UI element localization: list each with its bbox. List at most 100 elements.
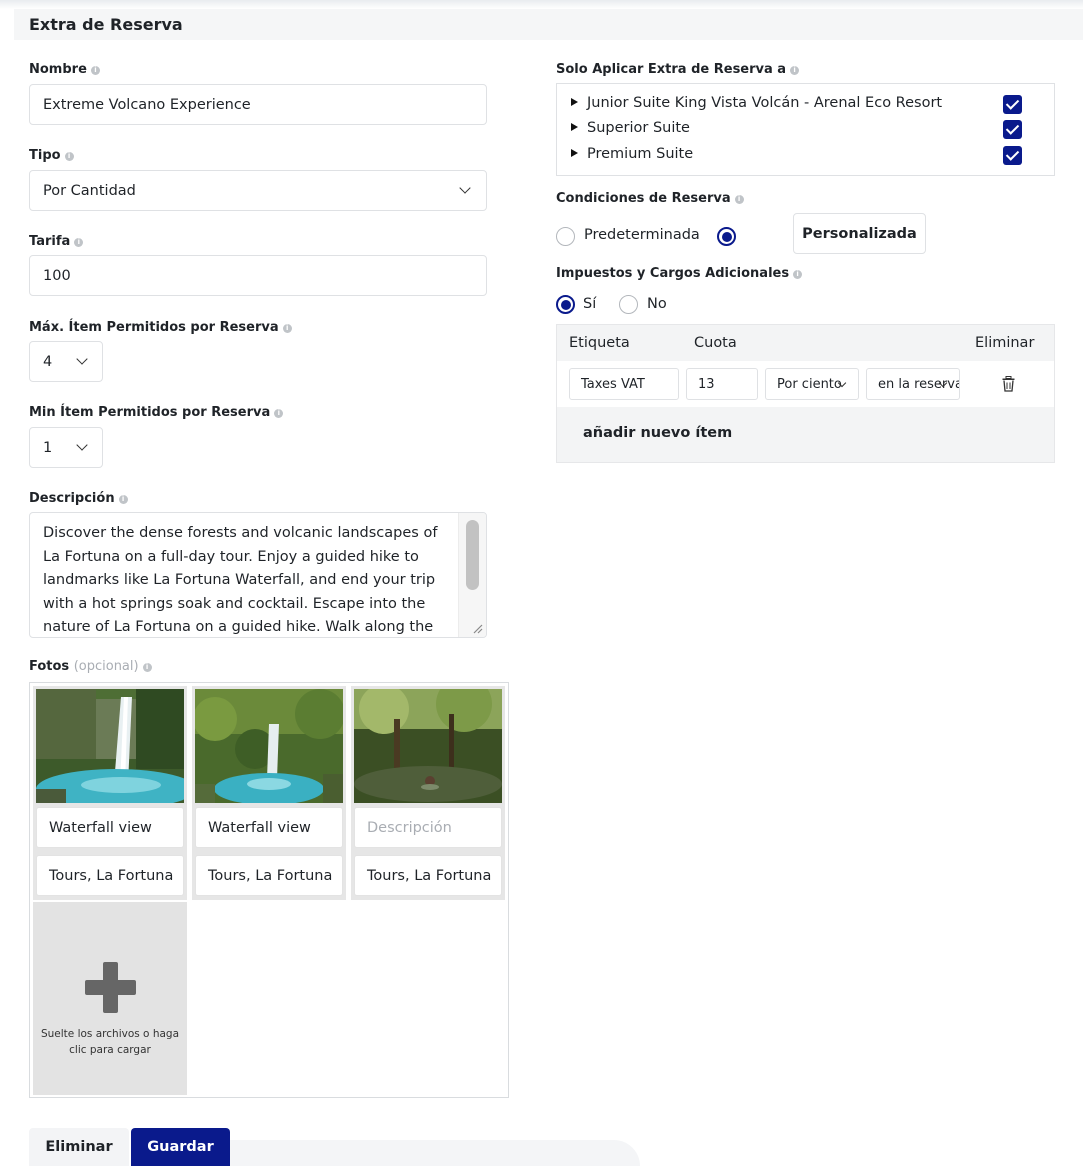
info-icon[interactable]: i: [790, 66, 800, 75]
info-icon[interactable]: i: [793, 270, 803, 279]
tax-applies-to-select[interactable]: en la reserva: [866, 368, 960, 400]
conditions-default-radio[interactable]: [556, 227, 575, 246]
resize-grip-icon[interactable]: [471, 622, 483, 634]
name-input[interactable]: Extreme Volcano Experience: [29, 84, 487, 125]
apply-to-item-label: Junior Suite King Vista Volcán - Arenal …: [587, 95, 943, 111]
name-input-value: Extreme Volcano Experience: [43, 96, 251, 113]
min-items-select[interactable]: 1: [29, 427, 103, 468]
photo-thumbnail[interactable]: [195, 689, 343, 803]
conditions-default-label[interactable]: Predeterminada: [584, 227, 700, 243]
taxes-label: Impuestos y Cargos Adicionales i: [556, 266, 803, 281]
photo-location-input[interactable]: Tours, La Fortuna: [354, 855, 502, 896]
info-icon[interactable]: i: [142, 663, 152, 672]
tax-fee-input[interactable]: 13: [686, 368, 758, 400]
column-header-delete: Eliminar: [975, 335, 1035, 351]
photo-thumbnail[interactable]: [36, 689, 184, 803]
photo-description-input[interactable]: Descripción: [354, 807, 502, 848]
photo-description-placeholder: Descripción: [367, 819, 452, 836]
taxes-no-label[interactable]: No: [647, 296, 667, 312]
photo-location-input[interactable]: Tours, La Fortuna: [195, 855, 343, 896]
footer-background: [230, 1140, 640, 1166]
apply-to-item[interactable]: Junior Suite King Vista Volcán - Arenal …: [571, 95, 942, 111]
info-icon[interactable]: i: [90, 66, 100, 75]
taxes-yes-radio[interactable]: [556, 295, 575, 314]
photo-card: Waterfall view Tours, La Fortuna: [192, 686, 346, 900]
description-text: Discover the dense forests and volcanic …: [43, 525, 438, 635]
photos-label-text: Fotos: [29, 659, 70, 674]
photo-description-input[interactable]: Waterfall view: [195, 807, 343, 848]
chevron-down-icon: [76, 353, 88, 365]
photo-description-input[interactable]: Waterfall view: [36, 807, 184, 848]
max-items-label-text: Máx. Ítem Permitidos por Reserva: [29, 320, 279, 335]
tax-applies-to-value: en la reserva: [878, 376, 960, 392]
taxes-yes-label[interactable]: Sí: [583, 296, 596, 312]
tax-label-value: Taxes VAT: [581, 376, 645, 392]
chevron-down-icon: [76, 439, 88, 451]
name-label: Nombre i: [29, 62, 100, 77]
delete-button[interactable]: Eliminar: [29, 1128, 129, 1166]
photo-location-value: Tours, La Fortuna: [49, 867, 174, 884]
plus-icon-bar: [85, 980, 136, 995]
photo-card: Descripción Tours, La Fortuna: [351, 686, 505, 900]
page-title: Extra de Reserva: [29, 15, 183, 34]
type-label: Tipo i: [29, 148, 74, 163]
type-select-value: Por Cantidad: [43, 182, 136, 199]
photo-thumbnail[interactable]: [354, 689, 502, 803]
description-label-text: Descripción: [29, 491, 115, 506]
min-items-label-text: Min Ítem Permitidos por Reserva: [29, 405, 271, 420]
photo-location-value: Tours, La Fortuna: [367, 867, 492, 884]
photo-description-value: Waterfall view: [208, 819, 311, 836]
tax-label-input[interactable]: Taxes VAT: [569, 368, 679, 400]
conditions-custom-radio[interactable]: [717, 227, 736, 246]
apply-to-checkbox[interactable]: [1003, 146, 1022, 165]
taxes-table: Etiqueta Cuota Eliminar Taxes VAT 13 Por…: [556, 324, 1055, 463]
photo-upload-dropzone[interactable]: Suelte los archivos o haga clic para car…: [33, 902, 187, 1095]
apply-to-item[interactable]: Superior Suite: [571, 120, 690, 136]
column-header-fee: Cuota: [694, 335, 737, 351]
expand-triangle-icon[interactable]: [571, 149, 578, 157]
apply-to-checkbox[interactable]: [1003, 120, 1022, 139]
trash-icon[interactable]: [1002, 376, 1015, 392]
expand-triangle-icon[interactable]: [571, 98, 578, 106]
info-icon[interactable]: i: [74, 238, 84, 247]
type-label-text: Tipo: [29, 148, 61, 163]
photo-description-value: Waterfall view: [49, 819, 152, 836]
apply-to-item[interactable]: Premium Suite: [571, 146, 693, 162]
description-label: Descripción i: [29, 491, 128, 506]
info-icon[interactable]: i: [734, 195, 744, 204]
info-icon[interactable]: i: [274, 409, 284, 418]
photos-label: Fotos (opcional) i: [29, 659, 152, 674]
scrollbar-thumb[interactable]: [466, 520, 479, 590]
save-button[interactable]: Guardar: [131, 1128, 230, 1166]
photos-gallery: Waterfall view Tours, La Fortuna Waterfa…: [29, 682, 509, 1098]
taxes-no-radio[interactable]: [619, 295, 638, 314]
apply-to-checkbox[interactable]: [1003, 95, 1022, 114]
min-items-value: 1: [43, 439, 53, 456]
min-items-label: Min Ítem Permitidos por Reserva i: [29, 405, 284, 420]
taxes-label-text: Impuestos y Cargos Adicionales: [556, 266, 790, 281]
type-select[interactable]: Por Cantidad: [29, 170, 487, 211]
photo-location-input[interactable]: Tours, La Fortuna: [36, 855, 184, 896]
info-icon[interactable]: i: [118, 495, 128, 504]
tax-fee-type-value: Por ciento: [777, 376, 842, 392]
apply-to-label-text: Solo Aplicar Extra de Reserva a: [556, 62, 787, 77]
info-icon[interactable]: i: [282, 324, 292, 333]
max-items-label: Máx. Ítem Permitidos por Reserva i: [29, 320, 292, 335]
column-header-label: Etiqueta: [569, 335, 630, 351]
tax-fee-type-select[interactable]: Por ciento: [765, 368, 859, 400]
description-textarea[interactable]: Discover the dense forests and volcanic …: [29, 512, 487, 638]
conditions-label-text: Condiciones de Reserva: [556, 191, 731, 206]
max-items-value: 4: [43, 353, 53, 370]
photo-card: Waterfall view Tours, La Fortuna: [33, 686, 187, 900]
info-icon[interactable]: i: [64, 152, 74, 161]
rate-label: Tarifa i: [29, 234, 84, 249]
add-new-item-button[interactable]: añadir nuevo ítem: [583, 425, 732, 441]
upload-text: Suelte los archivos o haga clic para car…: [40, 1028, 180, 1056]
photo-location-value: Tours, La Fortuna: [208, 867, 333, 884]
rate-input[interactable]: 100: [29, 255, 487, 296]
expand-triangle-icon[interactable]: [571, 123, 578, 131]
custom-conditions-button[interactable]: Personalizada: [793, 213, 926, 254]
max-items-select[interactable]: 4: [29, 341, 103, 382]
photos-optional: (opcional): [73, 659, 139, 674]
apply-to-item-label: Superior Suite: [587, 120, 690, 136]
